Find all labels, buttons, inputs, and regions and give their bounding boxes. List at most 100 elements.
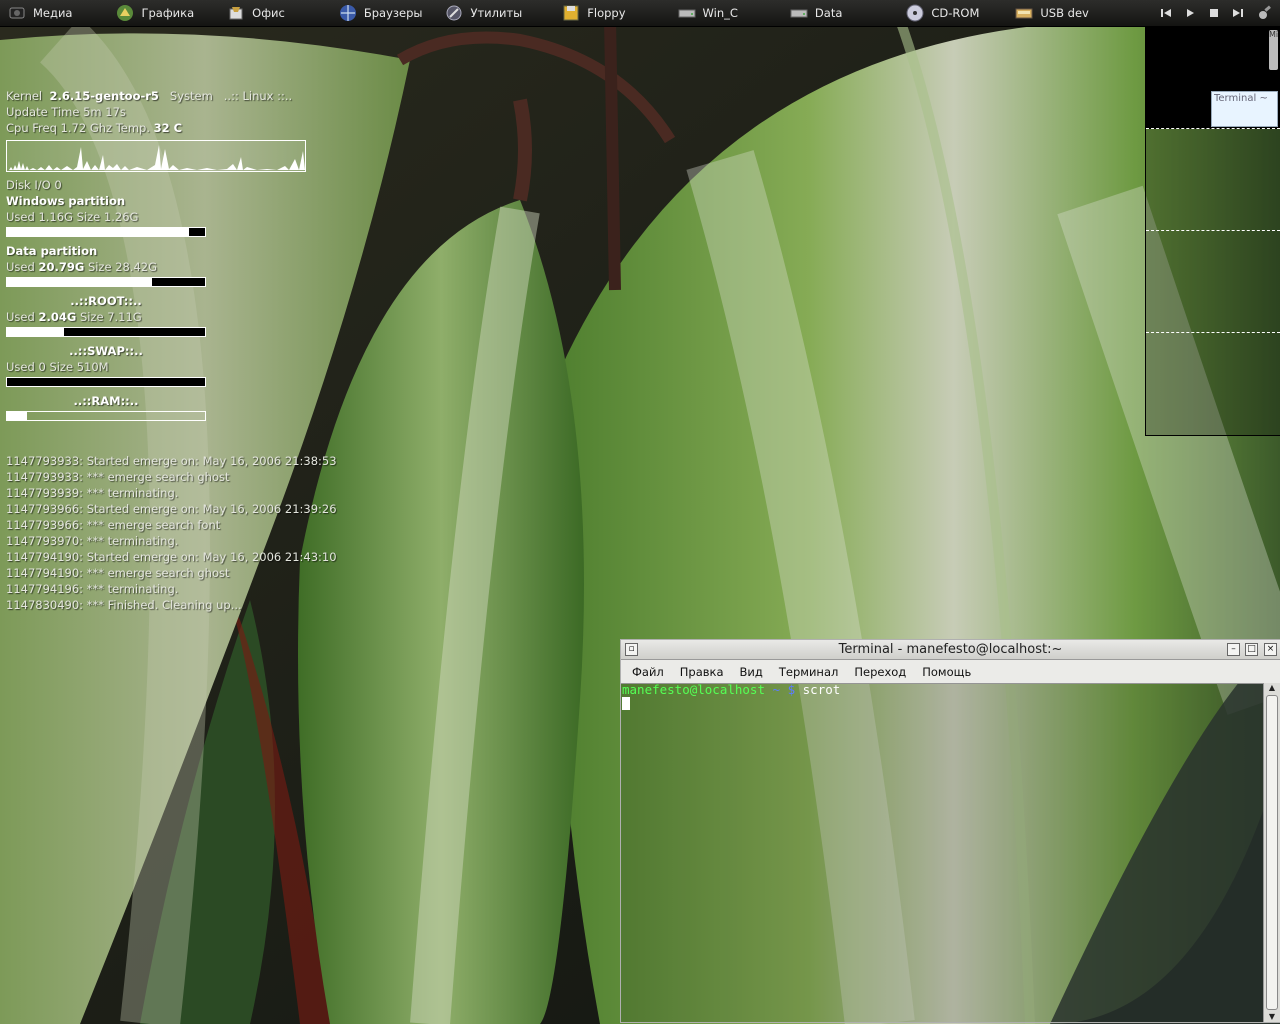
launcher-browsers[interactable]: Браузеры <box>335 0 429 26</box>
kernel-row: Kernel 2.6.15-gentoo-r5 System ..:: Linu… <box>6 88 406 104</box>
media-controls <box>1154 0 1280 26</box>
partition-data: Data partition Used 20.79G Size 28.42G <box>6 243 406 287</box>
drive-icon <box>678 9 696 18</box>
launcher-floppy[interactable]: Floppy <box>558 0 631 26</box>
size-label: Size <box>49 360 74 374</box>
menu-help[interactable]: Помощь <box>917 665 982 679</box>
usage-bar-fill <box>7 278 152 286</box>
system-name: ..:: Linux ::.. <box>223 89 293 103</box>
scroll-up-icon[interactable]: ▲ <box>1264 683 1280 693</box>
size-value: 510M <box>76 360 109 374</box>
used-value: 1.16G <box>38 210 73 224</box>
text-cursor <box>622 697 630 710</box>
terminal-titlebar[interactable]: ▫ Terminal - manefesto@localhost:~ – □ × <box>621 640 1280 660</box>
partition-title: ..::SWAP::.. <box>69 344 143 358</box>
partition-title: Data partition <box>6 244 98 258</box>
used-value: 2.04G <box>38 310 77 324</box>
partition-windows: Windows partition Used 1.16G Size 1.26G <box>6 193 406 237</box>
launcher-office[interactable]: Офис <box>223 0 291 26</box>
size-value: 1.26G <box>103 210 139 224</box>
eject-button[interactable] <box>1250 0 1280 26</box>
scrollbar-thumb[interactable] <box>1266 695 1278 1010</box>
prompt-line: manefesto@localhost ~ $ scrot <box>621 683 1263 697</box>
terminal-menubar: Файл Правка Вид Терминал Переход Помощь <box>621 660 1280 684</box>
office-icon <box>229 7 243 20</box>
usage-bar <box>6 227 206 237</box>
launcher-label: Win_C <box>702 6 738 20</box>
launcher-label: Утилиты <box>470 6 523 20</box>
used-value: 0 <box>38 360 46 374</box>
log-line: 1147793933: Started emerge on: May 16, 2… <box>6 454 337 468</box>
pager-desktop-3[interactable] <box>1146 231 1280 333</box>
desktop-pager: Terminal ~ Mi <box>1145 27 1280 436</box>
cpu-graph <box>6 140 306 172</box>
size-label: Size <box>87 260 112 274</box>
launcher-data[interactable]: Data <box>786 0 848 26</box>
maximize-button[interactable]: □ <box>1245 643 1258 656</box>
previous-button[interactable] <box>1154 0 1178 26</box>
terminal-scrollbar[interactable]: ▲ ▼ <box>1263 683 1280 1022</box>
command-text: scrot <box>802 682 841 697</box>
partition-usage: Used 1.16G Size 1.26G <box>6 209 406 225</box>
play-icon <box>1187 9 1194 17</box>
log-line: 1147794190: Started emerge on: May 16, 2… <box>6 550 337 564</box>
launcher-label: Браузеры <box>363 6 423 20</box>
launcher-cdrom[interactable]: CD-ROM <box>902 0 985 26</box>
system-label: System <box>169 89 213 103</box>
used-value: 20.79G <box>38 260 85 274</box>
partition-title: ..::ROOT::.. <box>70 294 142 308</box>
launcher-win-c[interactable]: Win_C <box>674 0 744 26</box>
media-icon <box>9 7 25 19</box>
terminal-output[interactable]: manefesto@localhost ~ $ scrot <box>621 683 1263 1022</box>
log-line: 1147793966: *** emerge search font <box>6 518 221 532</box>
menu-go[interactable]: Переход <box>849 665 917 679</box>
launcher-graphics[interactable]: Графика <box>112 0 200 26</box>
maximize-icon: □ <box>1247 644 1256 654</box>
log-line: 1147793970: *** terminating. <box>6 534 179 548</box>
size-label: Size <box>76 210 101 224</box>
menu-view[interactable]: Вид <box>735 665 774 679</box>
pager-desktop-1[interactable]: Terminal ~ <box>1146 28 1280 129</box>
cpu-freq: Cpu Freq 1.72 Ghz Temp. <box>6 121 151 135</box>
pager-desktop-4[interactable] <box>1146 333 1280 433</box>
cdrom-icon <box>906 4 924 22</box>
size-label: Size <box>79 310 104 324</box>
launcher-label: Медиа <box>33 6 73 20</box>
top-panel: Медиа Графика Офис Браузеры Утилиты Flop… <box>0 0 1280 27</box>
pager-scrollbar[interactable]: Mi <box>1269 30 1278 70</box>
menu-file[interactable]: Файл <box>627 665 675 679</box>
partition-usage: Used 20.79G Size 28.42G <box>6 259 406 275</box>
minimize-button[interactable]: – <box>1227 643 1240 656</box>
play-button[interactable] <box>1178 0 1202 26</box>
launcher-label: CD-ROM <box>931 6 980 20</box>
usage-bar <box>6 277 206 287</box>
close-button[interactable]: × <box>1264 643 1277 656</box>
emerge-log: 1147793933: Started emerge on: May 16, 2… <box>6 453 406 613</box>
menu-terminal[interactable]: Терминал <box>774 665 849 679</box>
next-icon <box>1233 9 1243 17</box>
pager-window-terminal[interactable]: Terminal ~ <box>1211 91 1278 127</box>
scroll-down-icon[interactable]: ▼ <box>1264 1012 1280 1022</box>
partition-root: ..::ROOT::.. Used 2.04G Size 7.11G <box>6 293 406 337</box>
launcher-usb[interactable]: USB dev <box>1011 0 1094 26</box>
launcher-utilities[interactable]: Утилиты <box>441 0 528 26</box>
minimize-icon: – <box>1231 644 1236 654</box>
floppy-icon <box>563 5 579 21</box>
partition-usage: Used 0 Size 510M <box>6 359 406 375</box>
menu-edit[interactable]: Правка <box>675 665 735 679</box>
eject-icon <box>1259 5 1271 19</box>
cpu-temp: 32 C <box>153 121 183 135</box>
log-line: 1147830490: *** Finished. Cleaning up... <box>6 598 242 612</box>
pager-desktop-2[interactable] <box>1146 129 1280 231</box>
terminal-window: ▫ Terminal - manefesto@localhost:~ – □ ×… <box>620 639 1280 1023</box>
stop-button[interactable] <box>1202 0 1226 26</box>
pager-scroll-label: Mi <box>1269 30 1279 39</box>
terminal-title: Terminal - manefesto@localhost:~ <box>838 642 1063 657</box>
next-button[interactable] <box>1226 0 1250 26</box>
launcher-label: Офис <box>252 6 285 20</box>
launcher-media[interactable]: Медиа <box>4 0 78 26</box>
log-line: 1147794190: *** emerge search ghost <box>6 566 230 580</box>
partition-usage: Used 2.04G Size 7.11G <box>6 309 406 325</box>
log-line: 1147793933: *** emerge search ghost <box>6 470 230 484</box>
graphics-icon <box>117 5 134 21</box>
